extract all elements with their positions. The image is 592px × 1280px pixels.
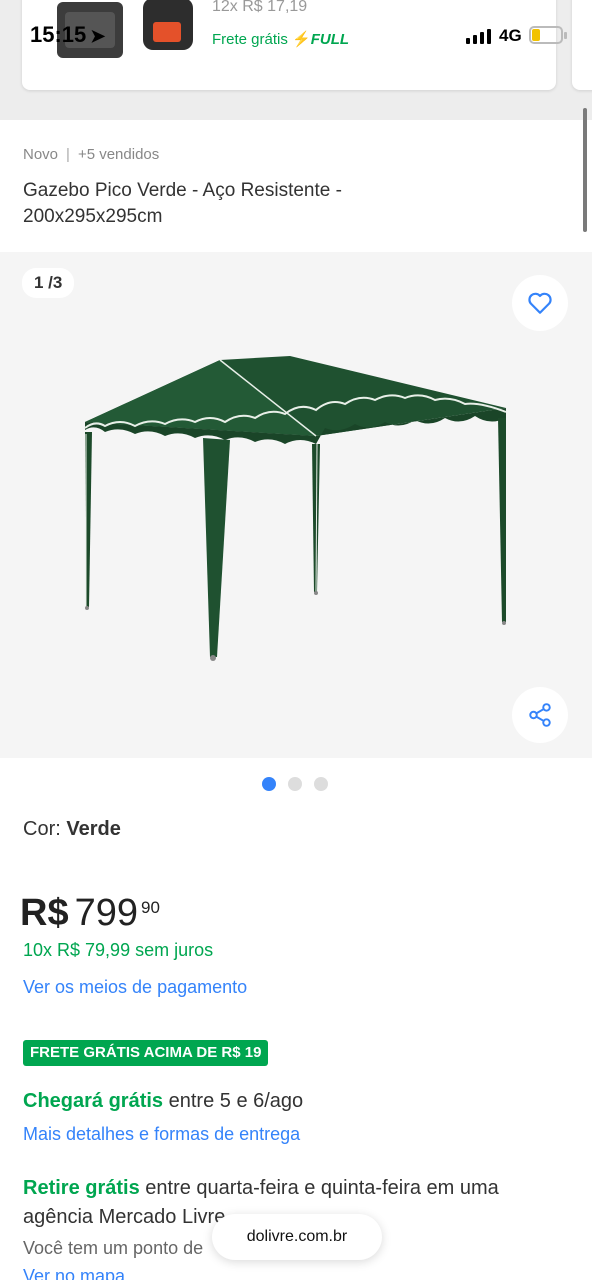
free-shipping-badge: FRETE GRÁTIS ACIMA DE R$ 19 xyxy=(23,1040,269,1066)
heart-icon xyxy=(528,292,552,314)
pickup-free-label: Retire grátis xyxy=(23,1177,140,1199)
color-label: Cor: xyxy=(23,818,61,840)
gallery-pagination[interactable] xyxy=(262,777,328,791)
installments-text: 10x R$ 79,99 sem juros xyxy=(23,940,214,960)
pickup-note: Você tem um ponto de xyxy=(23,1238,204,1258)
product-subtitle: Novo | +5 vendidos xyxy=(23,146,159,163)
browser-url-bar[interactable]: dolivre.com.br xyxy=(212,1214,382,1260)
color-selection: Cor: Verde xyxy=(23,818,121,841)
pagination-dot-active[interactable] xyxy=(262,777,276,791)
share-button[interactable] xyxy=(512,687,568,743)
sold-count: +5 vendidos xyxy=(77,146,160,163)
location-arrow-icon: ➤ xyxy=(90,26,106,46)
price: R$ 799 90 xyxy=(20,892,160,935)
scrollbar[interactable] xyxy=(583,108,587,232)
product-gallery[interactable]: 1 /3 xyxy=(0,252,592,758)
related-product-card-next[interactable] xyxy=(572,0,592,90)
pagination-dot[interactable] xyxy=(288,777,302,791)
lightning-icon: ⚡ xyxy=(292,31,311,48)
gallery-counter: 1 /3 xyxy=(22,268,75,298)
favorite-button[interactable] xyxy=(512,275,568,331)
color-value: Verde xyxy=(66,818,121,840)
share-icon xyxy=(529,703,551,727)
related-products-strip: 12x R$ 17,19 Frete grátis ⚡FULL xyxy=(0,0,592,120)
condition-label: Novo xyxy=(23,146,59,163)
price-currency: R$ xyxy=(20,892,69,934)
payment-methods-link[interactable]: Ver os meios de pagamento xyxy=(23,977,247,998)
delivery-details-link[interactable]: Mais detalhes e formas de entrega xyxy=(23,1124,300,1145)
delivery-free-label: Chegará grátis xyxy=(23,1090,164,1112)
related-product-shipping: Frete grátis ⚡FULL xyxy=(212,30,349,48)
pagination-dot[interactable] xyxy=(314,777,328,791)
free-shipping-label: Frete grátis xyxy=(212,31,288,48)
price-cents: 90 xyxy=(140,898,160,917)
product-title: Gazebo Pico Verde - Aço Resistente - 200… xyxy=(23,180,342,227)
delivery-dates: entre 5 e 6/ago xyxy=(168,1090,304,1112)
related-product-installments: 12x R$ 17,19 xyxy=(212,0,308,15)
delivery-estimate: Chegará grátis entre 5 e 6/ago xyxy=(23,1090,303,1113)
price-integer: 799 xyxy=(74,892,138,934)
product-image-gazebo xyxy=(84,356,507,661)
view-map-link[interactable]: Ver no mapa xyxy=(23,1266,125,1280)
clock: 15:15 xyxy=(30,22,87,47)
full-label: FULL xyxy=(310,31,350,48)
status-time: 15:15 ➤ xyxy=(30,22,105,48)
divider: | xyxy=(66,146,70,163)
